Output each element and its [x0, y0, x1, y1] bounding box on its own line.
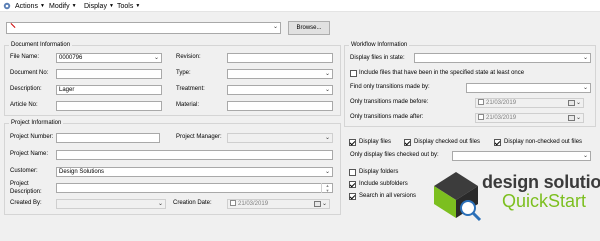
chevron-down-icon: ▼	[135, 3, 141, 9]
calendar-icon	[568, 115, 575, 121]
logo-text-quickstart: QuickStart	[502, 191, 587, 211]
display-files-in-state-label: Display files in state:	[350, 55, 405, 61]
creation-date-label: Creation Date:	[173, 200, 212, 206]
project-description-label: Project Description:	[10, 181, 42, 195]
checkbox-icon	[478, 99, 484, 105]
project-name-label: Project Name:	[10, 151, 49, 157]
chevron-down-icon: ⌄	[324, 135, 330, 141]
menu-tools[interactable]: Tools ▼	[115, 1, 142, 11]
include-subfolders-checkbox[interactable]	[349, 181, 356, 188]
chevron-down-icon: ⌄	[321, 201, 327, 207]
treatment-combo[interactable]: ⌄	[227, 85, 333, 95]
creation-date-picker[interactable]: 21/03/2019 ⌄	[227, 199, 330, 209]
logo-text-design-solutions: design solutions	[482, 172, 600, 192]
chevron-down-icon: ⌄	[324, 71, 330, 77]
search-all-versions-label: Search in all versions	[359, 193, 417, 199]
project-number-label: Project Number:	[10, 134, 54, 140]
menu-actions[interactable]: Actions ▼	[13, 1, 47, 11]
menu-display[interactable]: Display ▼	[82, 1, 116, 11]
checkbox-icon	[230, 200, 236, 206]
display-folders-checkbox[interactable]	[349, 169, 356, 176]
gear-icon	[3, 2, 11, 10]
created-by-label: Created By:	[10, 200, 42, 206]
chevron-down-icon: ⌄	[324, 169, 330, 175]
display-files-in-state-combo[interactable]: ⌄	[414, 53, 591, 63]
transitions-before-label: Only transitions made before:	[350, 99, 429, 105]
include-subfolders-label: Include subfolders	[359, 181, 408, 187]
search-all-versions-checkbox[interactable]	[349, 193, 356, 200]
project-name-field[interactable]	[56, 150, 333, 160]
chevron-down-icon: ⌄	[575, 115, 581, 121]
chevron-down-icon: ⌄	[582, 153, 588, 159]
transitions-after-picker[interactable]: 21/03/2019 ⌄	[475, 113, 584, 123]
treatment-label: Treatment:	[176, 86, 205, 92]
chevron-down-icon: ⌄	[153, 55, 159, 61]
created-by-combo[interactable]: ⌄	[56, 199, 166, 209]
menu-modify[interactable]: Modify ▼	[47, 1, 79, 11]
scroll-arrows-icon: ▲ ▼	[321, 183, 333, 193]
project-number-field[interactable]	[56, 133, 160, 143]
file-name-field[interactable]: 0000796 ⌄	[56, 53, 162, 63]
description-field[interactable]: Lager	[56, 85, 162, 95]
display-checked-out-checkbox[interactable]	[404, 139, 411, 146]
type-combo[interactable]: ⌄	[227, 69, 333, 79]
calendar-icon	[568, 100, 575, 106]
chevron-down-icon: ⌄	[582, 85, 588, 91]
document-no-field[interactable]	[56, 69, 162, 79]
chevron-down-icon: ▼	[39, 3, 45, 9]
include-files-label: Include files that have been in the spec…	[359, 70, 525, 76]
chevron-down-icon: ⌄	[575, 100, 581, 106]
type-label: Type:	[176, 70, 191, 76]
transitions-before-picker[interactable]: 21/03/2019 ⌄	[475, 98, 584, 108]
project-info-title: Project Information	[9, 119, 64, 128]
transitions-after-label: Only transitions made after:	[350, 114, 424, 120]
only-checked-out-by-combo[interactable]: ⌄	[452, 151, 591, 161]
display-non-checked-out-label: Display non-checked out files	[504, 139, 583, 145]
menu-bar: Actions ▼ Modify ▼ Display ▼ Tools ▼	[0, 0, 600, 12]
customer-combo[interactable]: Design Solutions ⌄	[56, 167, 333, 177]
revision-label: Revision:	[176, 54, 201, 60]
calendar-icon	[314, 201, 321, 207]
design-solutions-logo-icon	[434, 172, 482, 222]
description-label: Description:	[10, 86, 42, 92]
workflow-info-title: Workflow Information	[349, 41, 410, 50]
include-files-checkbox[interactable]	[350, 70, 357, 77]
revision-field[interactable]	[227, 53, 333, 63]
article-no-field[interactable]	[56, 101, 162, 111]
only-checked-out-by-label: Only display files checked out by:	[350, 152, 439, 158]
document-info-title: Document Information	[9, 41, 73, 50]
material-field[interactable]	[227, 101, 333, 111]
display-folders-label: Display folders	[359, 169, 399, 175]
find-transitions-combo[interactable]: ⌄	[466, 83, 591, 93]
display-non-checked-out-checkbox[interactable]	[494, 139, 501, 146]
project-manager-combo[interactable]: ⌄	[227, 133, 333, 143]
material-label: Material:	[176, 102, 200, 108]
customer-label: Customer:	[10, 168, 38, 174]
chevron-down-icon: ⌄	[272, 24, 278, 30]
display-files-label: Display files	[359, 139, 392, 145]
chevron-down-icon: ⌄	[582, 55, 588, 61]
display-files-checkbox[interactable]	[349, 139, 356, 146]
find-transitions-label: Find only transitions made by:	[350, 84, 430, 90]
chevron-down-icon: ⌄	[157, 201, 163, 207]
chevron-down-icon: ▼	[71, 3, 77, 9]
chevron-down-icon: ▼	[108, 3, 114, 9]
browse-button[interactable]: Browse...	[288, 21, 330, 35]
chevron-down-icon: ⌄	[324, 87, 330, 93]
path-combo[interactable]: ⌄	[6, 22, 281, 34]
project-manager-label: Project Manager:	[176, 134, 222, 140]
path-marker-icon	[10, 23, 16, 28]
display-checked-out-label: Display checked out files	[414, 139, 481, 145]
document-no-label: Document No:	[10, 70, 49, 76]
project-description-field[interactable]	[56, 183, 333, 193]
file-name-label: File Name:	[10, 54, 40, 60]
article-no-label: Article No:	[10, 102, 38, 108]
checkbox-icon	[478, 114, 484, 120]
